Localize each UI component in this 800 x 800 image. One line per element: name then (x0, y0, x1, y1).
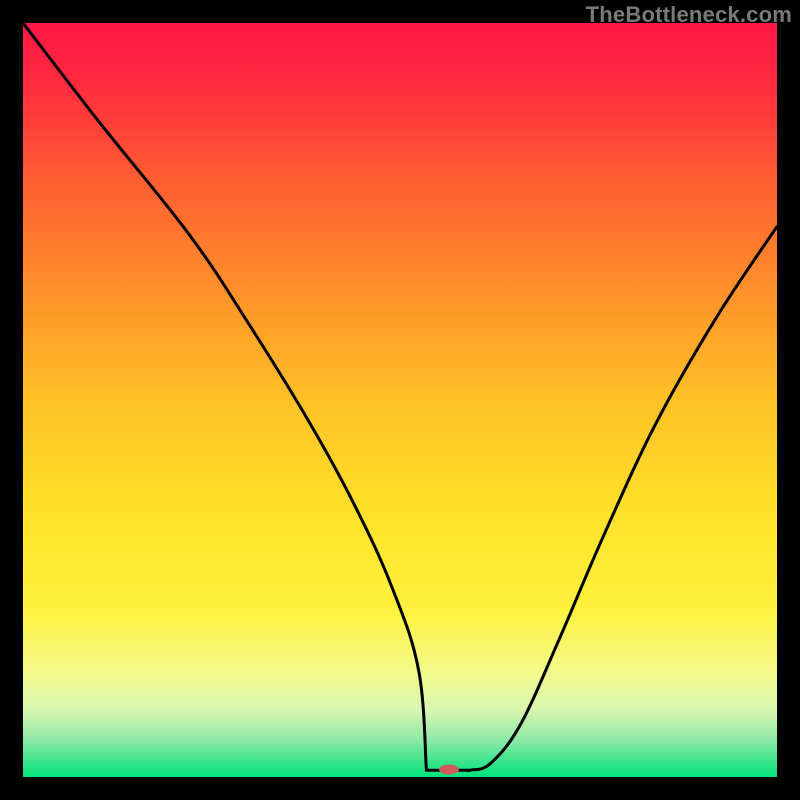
chart-frame: TheBottleneck.com (0, 0, 800, 800)
plot-area (23, 23, 777, 777)
gradient-background (23, 23, 777, 777)
optimal-marker (439, 764, 459, 774)
chart-svg (23, 23, 777, 777)
